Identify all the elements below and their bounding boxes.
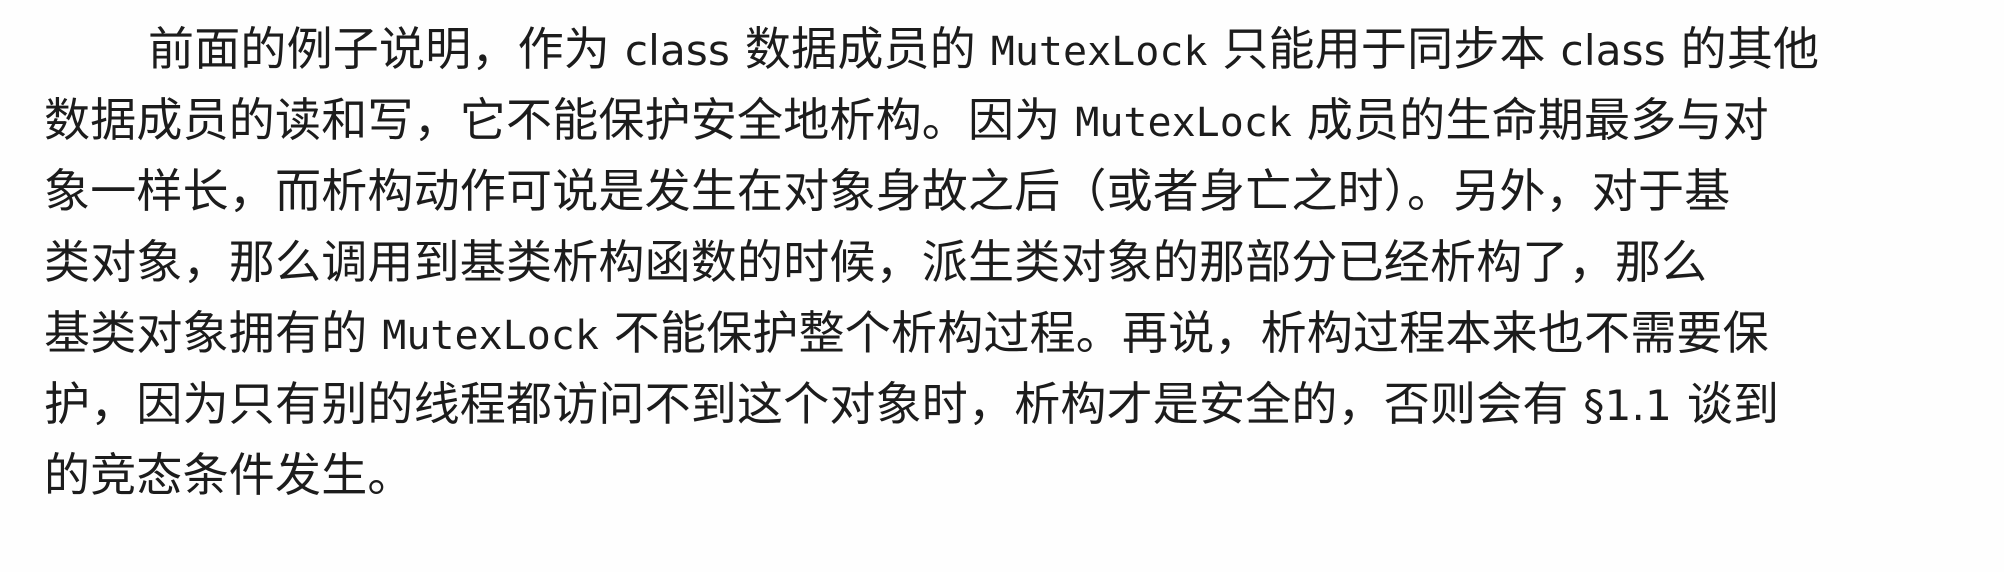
paragraph-line-7: 的竞态条件发生。	[44, 440, 1994, 511]
line-5-code-mutexlock: MutexLock	[382, 313, 599, 359]
line-1-code-mutexlock: MutexLock	[990, 29, 1208, 75]
line-3-text-1: 象一样长，而析构动作可说是发生在对象身故之后（或者身亡之时）。另外，对于基	[44, 164, 1731, 218]
body-paragraph: 前面的例子说明，作为 class 数据成员的 MutexLock 只能用于同步本…	[44, 14, 1994, 511]
line-1-text-4: 的其他	[1665, 22, 1820, 76]
paragraph-line-1: 前面的例子说明，作为 class 数据成员的 MutexLock 只能用于同步本…	[44, 14, 1994, 85]
line-6-section-ref: §1.1	[1583, 381, 1673, 430]
line-1-code-class-2: class	[1560, 26, 1666, 75]
line-6-text-1: 护，因为只有别的线程都访问不到这个对象时，析构才是安全的，否则会有	[44, 377, 1584, 431]
line-1-text-3: 只能用于同步本	[1207, 22, 1561, 76]
line-1-text-1: 前面的例子说明，作为	[148, 22, 625, 76]
line-6-text-2: 谈到	[1672, 377, 1780, 431]
line-1-text-2: 数据成员的	[730, 22, 991, 76]
line-2-text-1: 数据成员的读和写，它不能保护安全地析构。因为	[44, 93, 1076, 147]
line-5-text-1: 基类对象拥有的	[44, 306, 383, 360]
paragraph-line-5: 基类对象拥有的 MutexLock 不能保护整个析构过程。再说，析构过程本来也不…	[44, 298, 1994, 369]
line-1-code-class-1: class	[624, 26, 731, 75]
line-2-text-2: 成员的生命期最多与对	[1291, 93, 1769, 147]
line-7-text-1: 的竞态条件发生。	[44, 448, 414, 502]
paragraph-line-3: 象一样长，而析构动作可说是发生在对象身故之后（或者身亡之时）。另外，对于基	[44, 156, 1994, 227]
paragraph-line-4: 类对象，那么调用到基类析构函数的时候，派生类对象的那部分已经析构了，那么	[44, 227, 1994, 298]
document-page: 前面的例子说明，作为 class 数据成员的 MutexLock 只能用于同步本…	[0, 0, 2004, 572]
line-2-code-mutexlock: MutexLock	[1075, 100, 1292, 146]
line-5-text-2: 不能保护整个析构过程。再说，析构过程本来也不需要保	[598, 306, 1769, 360]
line-4-text-1: 类对象，那么调用到基类析构函数的时候，派生类对象的那部分已经析构了，那么	[44, 235, 1708, 289]
paragraph-line-2: 数据成员的读和写，它不能保护安全地析构。因为 MutexLock 成员的生命期最…	[44, 85, 1994, 156]
paragraph-line-6: 护，因为只有别的线程都访问不到这个对象时，析构才是安全的，否则会有 §1.1 谈…	[44, 369, 1994, 440]
